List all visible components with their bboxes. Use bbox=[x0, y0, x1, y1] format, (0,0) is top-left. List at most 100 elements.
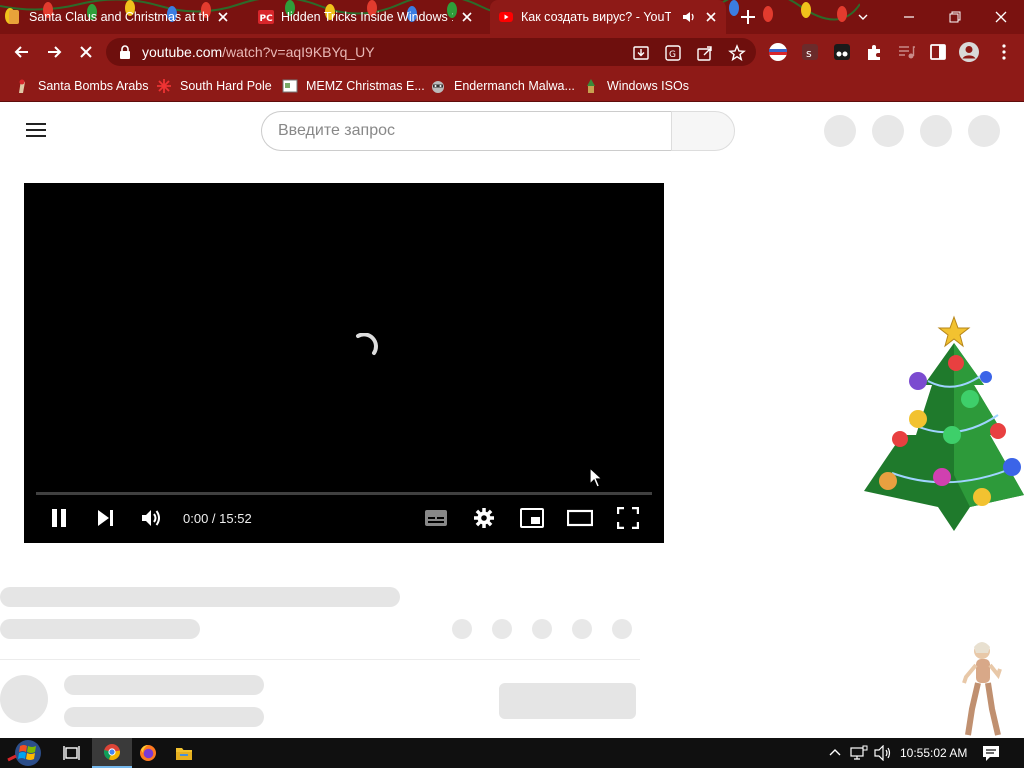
fullscreen-button[interactable] bbox=[614, 505, 642, 531]
theater-mode-button[interactable] bbox=[566, 505, 594, 531]
svg-text:s: s bbox=[806, 47, 812, 60]
header-action-placeholder[interactable] bbox=[872, 115, 904, 147]
tab-santa-claus[interactable]: Santa Claus and Christmas at the bbox=[6, 0, 250, 34]
subscribe-skeleton bbox=[499, 683, 636, 719]
taskbar-chrome[interactable] bbox=[92, 738, 132, 768]
speaker-icon[interactable] bbox=[874, 745, 892, 761]
taskbar-firefox[interactable] bbox=[128, 738, 168, 768]
youtube-favicon-icon bbox=[499, 12, 513, 22]
tab-search-button[interactable] bbox=[840, 0, 886, 34]
task-view-button[interactable] bbox=[52, 738, 92, 768]
document-icon bbox=[282, 79, 298, 93]
action-skeleton bbox=[612, 619, 632, 639]
bookmark-endermanch-malware[interactable]: Endermanch Malwa... bbox=[430, 76, 575, 96]
volume-button[interactable] bbox=[138, 505, 164, 531]
network-icon[interactable] bbox=[850, 745, 868, 761]
header-avatar-placeholder[interactable] bbox=[968, 115, 1000, 147]
tab-strip: Santa Claus and Christmas at the PC Hidd… bbox=[0, 0, 1024, 34]
address-bar[interactable]: youtube.com/watch?v=aqI9KBYq_UY G bbox=[106, 38, 756, 66]
windows-taskbar: 10:55:02 AM bbox=[0, 738, 1024, 768]
restore-icon bbox=[949, 11, 961, 23]
bookmark-south-hard-pole[interactable]: South Hard Pole bbox=[156, 76, 272, 96]
back-button[interactable] bbox=[10, 40, 34, 64]
more-menu-icon[interactable] bbox=[994, 42, 1014, 62]
flag-extension-icon[interactable] bbox=[768, 42, 788, 62]
s-extension-icon[interactable]: s bbox=[800, 42, 820, 62]
search-input[interactable] bbox=[262, 112, 672, 150]
action-skeleton bbox=[572, 619, 592, 639]
stop-loading-button[interactable] bbox=[74, 40, 98, 64]
miniplayer-button[interactable] bbox=[518, 505, 546, 531]
next-button[interactable] bbox=[92, 505, 118, 531]
header-action-placeholder[interactable] bbox=[824, 115, 856, 147]
divider bbox=[0, 659, 640, 660]
pcmag-favicon-icon: PC bbox=[258, 10, 274, 24]
taskbar-clock[interactable]: 10:55:02 AM bbox=[900, 746, 967, 760]
star-bookmark-icon[interactable] bbox=[728, 44, 746, 62]
current-time: 0:00 bbox=[183, 511, 209, 526]
time-separator: / bbox=[208, 511, 220, 526]
subtitles-button[interactable] bbox=[422, 505, 450, 531]
arrow-right-icon bbox=[48, 46, 62, 58]
subtitles-icon bbox=[425, 510, 447, 526]
share-icon[interactable] bbox=[696, 44, 714, 62]
folder-icon bbox=[176, 748, 192, 760]
minimize-icon bbox=[904, 16, 914, 18]
bookmark-label: MEMZ Christmas E... bbox=[306, 79, 425, 93]
incognito-extension-icon[interactable] bbox=[832, 42, 852, 62]
skip-next-icon bbox=[98, 510, 113, 526]
new-tab-plus-icon[interactable] bbox=[738, 7, 758, 27]
taskbar-file-explorer[interactable] bbox=[164, 738, 204, 768]
media-control-icon[interactable] bbox=[896, 42, 916, 62]
close-tab-icon[interactable] bbox=[703, 9, 719, 25]
forward-button[interactable] bbox=[42, 40, 66, 64]
restore-button[interactable] bbox=[932, 0, 978, 34]
arrow-left-icon bbox=[14, 46, 28, 58]
close-tab-icon[interactable] bbox=[459, 9, 475, 25]
total-duration: 15:52 bbox=[219, 511, 252, 526]
svg-text:PC: PC bbox=[260, 14, 274, 24]
profile-avatar-icon[interactable] bbox=[958, 41, 980, 63]
time-display: 0:00 / 15:52 bbox=[183, 511, 252, 526]
channel-name-skeleton bbox=[64, 675, 264, 695]
dancing-figure-decoration bbox=[962, 642, 1002, 736]
video-player[interactable]: 0:00 / 15:52 bbox=[24, 183, 664, 543]
close-window-button[interactable] bbox=[978, 0, 1024, 34]
pause-button[interactable] bbox=[46, 505, 72, 531]
tab-title: Как создать вирус? - YouTube bbox=[521, 10, 671, 24]
mouse-cursor-icon bbox=[589, 467, 603, 488]
progress-bar[interactable] bbox=[36, 492, 652, 495]
theater-mode-icon bbox=[567, 509, 593, 527]
url-host: youtube.com bbox=[142, 44, 223, 60]
tab-hidden-tricks[interactable]: PC Hidden Tricks Inside Windows 10 bbox=[258, 0, 488, 34]
firefox-icon bbox=[140, 745, 156, 761]
windows-start-orb-icon bbox=[7, 740, 41, 766]
bookmark-label: South Hard Pole bbox=[180, 79, 272, 93]
bookmark-windows-isos[interactable]: Windows ISOs bbox=[583, 76, 689, 96]
translate-icon[interactable]: G bbox=[664, 44, 682, 62]
bookmark-label: Santa Bombs Arabs bbox=[38, 79, 149, 93]
minimize-button[interactable] bbox=[886, 0, 932, 34]
action-center-notification-icon[interactable] bbox=[982, 744, 1000, 762]
side-panel-icon[interactable] bbox=[928, 42, 948, 62]
tab-youtube-active[interactable]: Как создать вирус? - YouTube bbox=[490, 0, 726, 34]
bookmark-memz-christmas[interactable]: MEMZ Christmas E... bbox=[282, 76, 425, 96]
settings-button[interactable] bbox=[470, 505, 498, 531]
url-path: /watch?v=aqI9KBYq_UY bbox=[222, 44, 375, 60]
search-button[interactable] bbox=[671, 111, 735, 151]
tab-audio-icon[interactable] bbox=[681, 9, 697, 25]
puzzle-extensions-icon[interactable] bbox=[864, 42, 884, 62]
start-button[interactable] bbox=[0, 738, 50, 768]
install-app-icon[interactable] bbox=[632, 44, 650, 62]
chrome-icon bbox=[103, 744, 120, 760]
header-action-placeholder[interactable] bbox=[920, 115, 952, 147]
url-text[interactable]: youtube.com/watch?v=aqI9KBYq_UY bbox=[142, 44, 375, 60]
title-skeleton bbox=[0, 587, 400, 607]
lock-icon[interactable] bbox=[119, 45, 131, 59]
close-tab-icon[interactable] bbox=[215, 9, 231, 25]
bookmark-santa-bombs[interactable]: Santa Bombs Arabs bbox=[14, 76, 148, 96]
menu-hamburger-icon[interactable] bbox=[26, 123, 46, 139]
bookmark-label: Windows ISOs bbox=[607, 79, 689, 93]
show-hidden-icons-chevron-icon[interactable] bbox=[828, 745, 842, 759]
gear-icon bbox=[474, 508, 494, 528]
